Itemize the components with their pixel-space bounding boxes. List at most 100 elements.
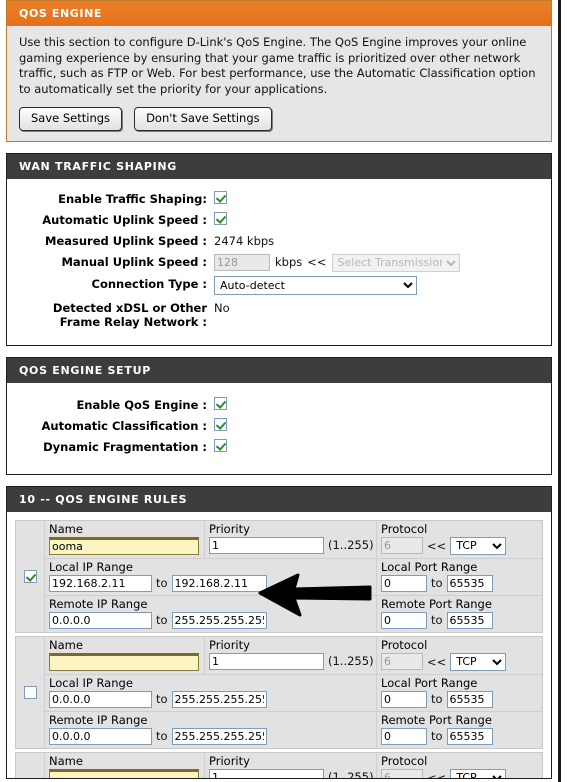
qos-rule-enable-checkbox[interactable] — [23, 569, 37, 583]
qos-rule-remote-port-cell: Remote Port Range to — [377, 595, 542, 632]
manual-uplink-speed-label: Manual Uplink Speed : — [61, 254, 207, 269]
qos-rule-name-cell: Name — [45, 636, 205, 674]
qos-rule-name-input[interactable] — [49, 768, 199, 778]
qos-rule-remote-ip-end-input[interactable] — [171, 727, 267, 745]
qos-rule-line-local: Local IP Range to Local Port Range to — [45, 674, 542, 712]
qos-rule-enable-cell — [16, 752, 45, 778]
manual-uplink-copy-arrows: << — [307, 255, 327, 270]
qos-rule-remote-ip-end-input[interactable] — [171, 611, 267, 629]
qos-rule-remote-port-start-input[interactable] — [381, 727, 427, 745]
qos-rule-local-ip-label: Local IP Range — [49, 559, 133, 574]
qos-rule-protocol-arrows: << — [427, 770, 447, 779]
qos-rule-local-ip-start-input[interactable] — [49, 690, 152, 708]
qos-rule-priority-input[interactable] — [209, 652, 324, 670]
transmission-rate-select[interactable]: Select Transmission Rate — [331, 253, 460, 272]
qos-rule-line-remote: Remote IP Range to Remote Port Range to — [45, 595, 542, 632]
qos-rules-header: 10 -- QOS ENGINE RULES — [6, 485, 552, 512]
enable-traffic-shaping-label: Enable Traffic Shaping: — [58, 191, 207, 206]
qos-rule-remote-port-label: Remote Port Range — [381, 712, 492, 727]
qos-rule-name-cell: Name — [45, 520, 205, 558]
manual-uplink-speed-input[interactable] — [214, 254, 270, 272]
qos-rule-protocol-number-input[interactable] — [381, 769, 423, 778]
qos-rule-priority-label: Priority — [209, 637, 250, 652]
qos-rule-line-name: Name Priority (1..255) Protocol <<TCP — [45, 752, 542, 779]
qos-rule-remote-port-cell: Remote Port Range to — [377, 711, 542, 748]
qos-rule-local-port-start-input[interactable] — [381, 690, 427, 708]
qos-rule-local-port-to-label: to — [431, 576, 443, 591]
measured-uplink-speed-label: Measured Uplink Speed : — [45, 233, 207, 248]
measured-uplink-speed-value: 2474 kbps — [214, 233, 275, 248]
qos-rule-fields: NamePriority(1..255)Protocol<<TCPLocal I… — [45, 752, 542, 779]
qos-rule-local-port-end-input[interactable] — [446, 690, 493, 708]
qos-rule-row: NamePriority(1..255)Protocol<<TCPLocal I… — [15, 751, 543, 779]
qos-rules-panel: 10 -- QOS ENGINE RULES Name Priority (1..2… — [6, 485, 552, 779]
qos-rule-local-ip-cell: Local IP Range to — [45, 674, 377, 711]
row-connection-type: Connection Type : Auto-detect — [7, 274, 551, 297]
automatic-uplink-speed-checkbox[interactable] — [214, 211, 227, 225]
qos-rule-priority-label: Priority — [209, 521, 250, 536]
qos-rule-protocol-select[interactable]: TCP — [450, 768, 507, 778]
enable-traffic-shaping-checkbox[interactable] — [214, 190, 227, 204]
qos-engine-body: Use this section to configure D-Link's Q… — [6, 26, 552, 142]
qos-rule-fields: NamePriority(1..255)Protocol<<TCPLocal I… — [45, 520, 542, 632]
qos-rule-priority-cell: Priority (1..255) — [205, 752, 377, 778]
qos-rule-local-port-start-input[interactable] — [381, 574, 427, 592]
row-automatic-uplink-speed: Automatic Uplink Speed : — [7, 210, 551, 231]
qos-rule-remote-ip-cell: Remote IP Range to — [45, 595, 377, 632]
enable-qos-engine-checkbox[interactable] — [214, 396, 227, 410]
row-detected-xdsl: Detected xDSL or Other Frame Relay Netwo… — [7, 297, 551, 331]
qos-rule-local-ip-end-input[interactable] — [171, 574, 267, 592]
qos-rule-name-input[interactable] — [49, 652, 199, 671]
qos-rule-name-label: Name — [49, 521, 83, 536]
qos-rule-protocol-number-input[interactable] — [381, 537, 423, 555]
qos-engine-setup-body: Enable QoS Engine : Automatic Classifica… — [6, 382, 552, 475]
dont-save-settings-button[interactable]: Don't Save Settings — [134, 107, 272, 131]
qos-rule-enable-checkbox[interactable] — [23, 685, 37, 699]
qos-rule-local-ip-cell: Local IP Range to — [45, 558, 377, 595]
row-automatic-classification: Automatic Classification : — [7, 416, 551, 437]
qos-rule-name-label: Name — [49, 637, 83, 652]
qos-rule-remote-port-to-label: to — [431, 613, 443, 628]
qos-rule-protocol-cell: Protocol <<TCP — [377, 752, 542, 779]
qos-rule-remote-ip-start-input[interactable] — [49, 611, 152, 629]
qos-rule-local-port-end-input[interactable] — [446, 574, 493, 592]
dynamic-fragmentation-checkbox[interactable] — [214, 438, 227, 452]
qos-rule-line-name: Name Priority (1..255) Protocol <<TCP — [45, 520, 542, 559]
qos-rule-priority-hint: (1..255) — [328, 654, 374, 669]
qos-rule-remote-ip-to-label: to — [156, 729, 168, 744]
qos-rule-remote-port-end-input[interactable] — [446, 611, 493, 629]
connection-type-select[interactable]: Auto-detect — [214, 275, 417, 295]
qos-rule-name-label: Name — [49, 753, 83, 768]
qos-rule-priority-cell: Priority (1..255) — [205, 520, 377, 558]
qos-rule-remote-ip-start-input[interactable] — [49, 727, 152, 745]
qos-rule-local-ip-to-label: to — [156, 692, 168, 707]
qos-rule-remote-port-end-input[interactable] — [446, 727, 493, 745]
router-config-page: QOS ENGINE Use this section to configure… — [0, 0, 561, 782]
enable-qos-engine-label: Enable QoS Engine : — [76, 397, 207, 412]
qos-rule-local-ip-to-label: to — [156, 576, 168, 591]
qos-rule-local-port-label: Local Port Range — [381, 559, 478, 574]
qos-engine-button-row: Save Settings Don't Save Settings — [19, 107, 539, 131]
qos-rule-remote-ip-cell: Remote IP Range to — [45, 711, 377, 748]
qos-rule-local-ip-end-input[interactable] — [171, 690, 267, 708]
automatic-uplink-speed-label: Automatic Uplink Speed : — [42, 212, 207, 227]
save-settings-button[interactable]: Save Settings — [19, 107, 123, 131]
wan-traffic-shaping-body: Enable Traffic Shaping: Automatic Uplink… — [6, 178, 552, 346]
qos-rule-protocol-arrows: << — [427, 538, 447, 553]
automatic-classification-checkbox[interactable] — [214, 417, 227, 431]
qos-rule-name-cell: Name — [45, 752, 205, 778]
qos-rule-local-port-to-label: to — [431, 692, 443, 707]
qos-rule-priority-input[interactable] — [209, 768, 324, 778]
qos-rule-protocol-select[interactable]: TCP — [450, 652, 507, 671]
qos-rule-remote-ip-label: Remote IP Range — [49, 596, 148, 611]
qos-rule-protocol-select[interactable]: TCP — [450, 536, 507, 555]
qos-rule-protocol-number-input[interactable] — [381, 653, 423, 671]
qos-rule-local-ip-start-input[interactable] — [49, 574, 152, 592]
qos-engine-setup-panel: QOS ENGINE SETUP Enable QoS Engine : Aut… — [6, 356, 552, 475]
qos-rule-line-local: Local IP Range to Local Port Range to — [45, 558, 542, 596]
qos-rule-remote-port-start-input[interactable] — [381, 611, 427, 629]
detected-xdsl-label-line2: Frame Relay Network : — [59, 314, 207, 329]
qos-rule-name-input[interactable] — [49, 536, 199, 555]
qos-rule-priority-input[interactable] — [209, 536, 324, 554]
qos-engine-header: QOS ENGINE — [6, 0, 552, 26]
